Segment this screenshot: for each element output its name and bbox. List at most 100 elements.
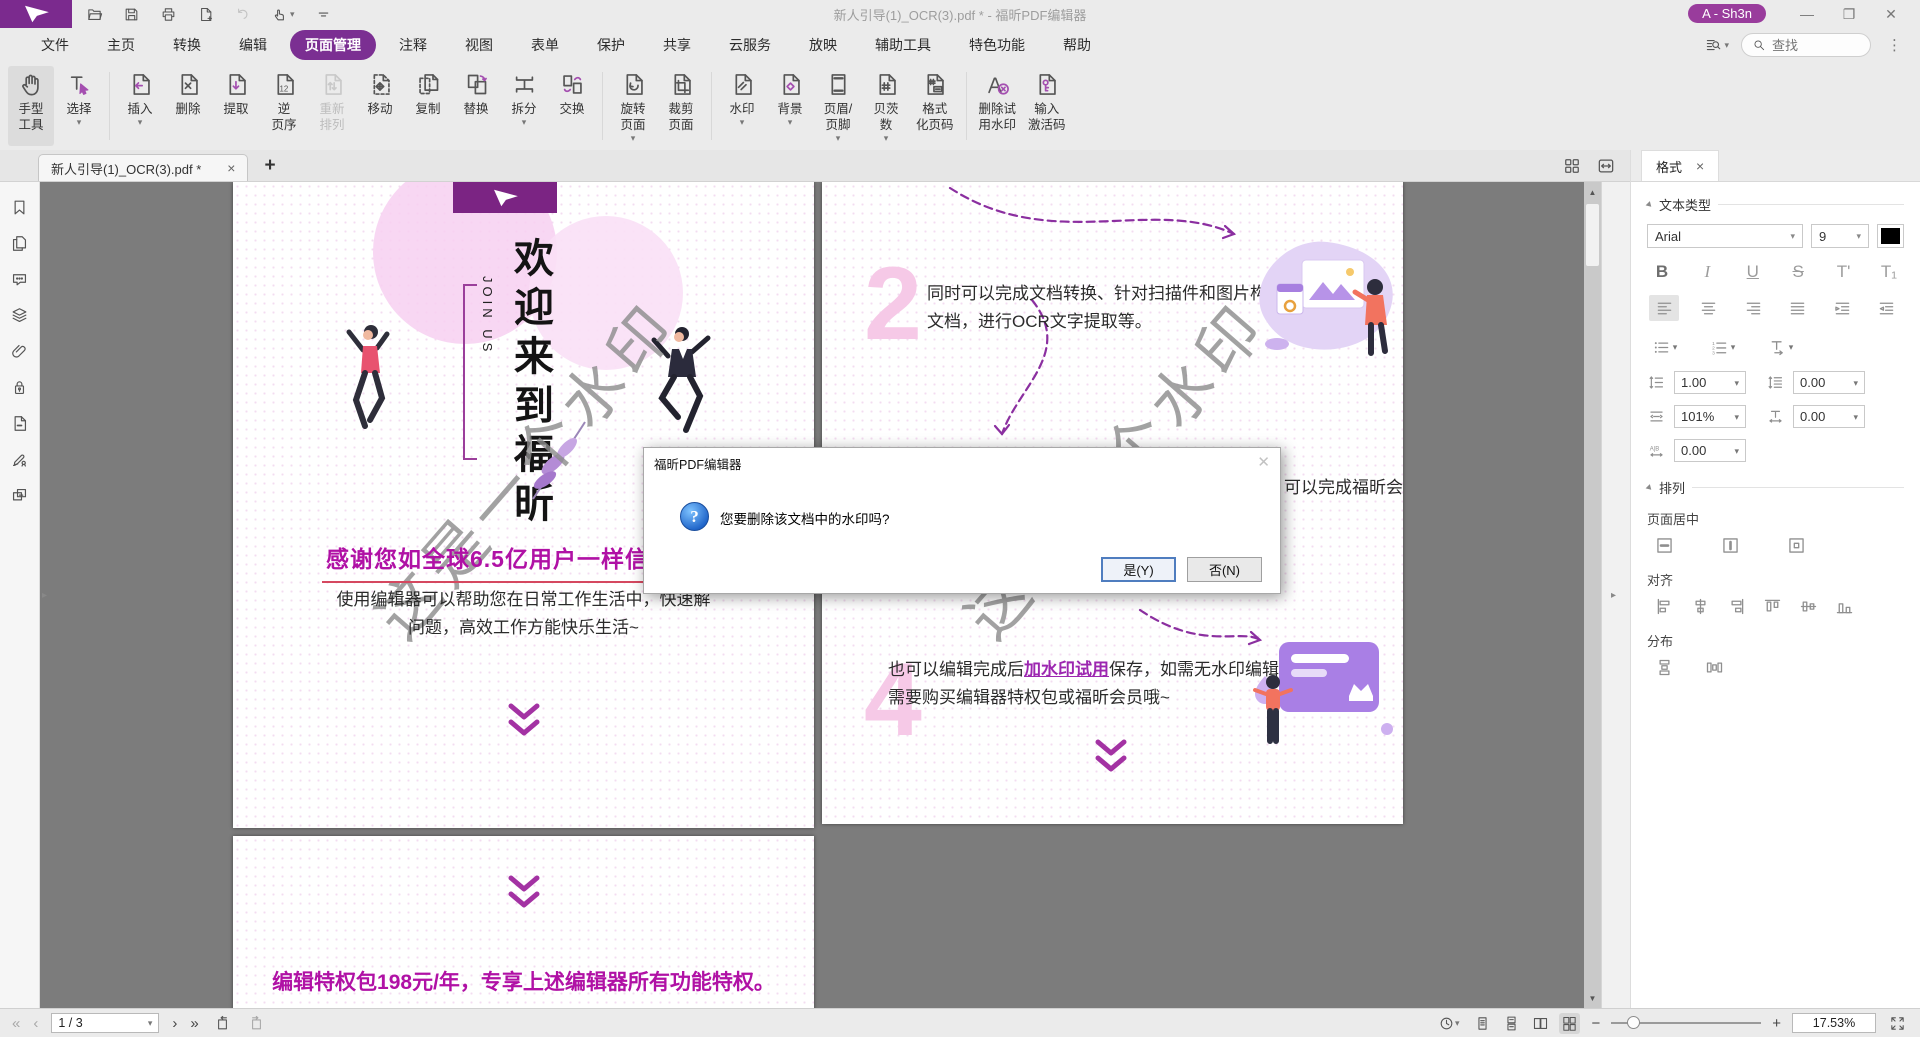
last-page-button[interactable]: » [190,1016,198,1031]
restore-button[interactable]: ❐ [1828,0,1870,28]
distribute-vertical-button[interactable] [1649,654,1679,680]
minimize-button[interactable]: — [1786,0,1828,28]
delete-pages-button[interactable]: 删除 [165,66,211,146]
zoom-out-button[interactable]: − [1591,1016,1600,1031]
strikethrough-button[interactable]: S [1785,262,1811,282]
enter-activation-code-button[interactable]: 输入 激活码 [1023,66,1071,146]
app-logo-icon[interactable] [0,0,72,28]
yes-button[interactable]: 是(Y) [1101,557,1176,582]
text-type-section-header[interactable]: 文本类型 [1647,195,1904,214]
new-page-button[interactable] [197,6,214,23]
text-direction-button[interactable]: ▾ [1765,334,1795,360]
sidebar-attachments-button[interactable] [10,342,29,361]
zoom-value-box[interactable]: 17.53% [1792,1013,1876,1033]
first-page-button[interactable]: « [12,1016,20,1031]
rearrange-pages-button[interactable]: 重新 排列 [309,66,355,146]
menu-home[interactable]: 主页 [92,30,150,60]
menu-comment[interactable]: 注释 [384,30,442,60]
more-options-icon[interactable]: ⋮ [1883,36,1906,54]
line-spacing-input[interactable]: 1.00▾ [1674,371,1746,394]
zoom-in-button[interactable]: + [1772,1016,1781,1031]
watermark-button[interactable]: 水印▾ [719,66,765,146]
sidebar-signatures-button[interactable] [10,450,29,469]
center-horizontal-button[interactable] [1715,532,1745,558]
obj-align-vcenter-button[interactable] [1685,593,1715,619]
indent-more-button[interactable] [1827,295,1857,321]
menu-view[interactable]: 视图 [450,30,508,60]
split-document-button[interactable]: 拆分▾ [501,66,547,146]
facing-page-button[interactable] [1530,1013,1551,1034]
sidebar-linked-files-button[interactable] [10,486,29,505]
align-justify-button[interactable] [1783,295,1813,321]
close-tab-icon[interactable]: × [227,160,235,176]
single-page-button[interactable] [1472,1013,1493,1034]
menu-share[interactable]: 共享 [648,30,706,60]
italic-button[interactable]: I [1694,262,1720,282]
sidebar-security-button[interactable] [10,378,29,397]
scroll-down-icon[interactable]: ▼ [1584,990,1601,1006]
char-spacing-input[interactable]: 0.00▾ [1793,405,1865,428]
indent-less-button[interactable] [1872,295,1902,321]
close-format-panel-icon[interactable]: × [1696,158,1704,174]
panel-toggle-icon[interactable] [1596,156,1616,176]
bates-numbering-button[interactable]: 贝茨 数▾ [863,66,909,146]
menu-form[interactable]: 表单 [516,30,574,60]
menu-help[interactable]: 帮助 [1048,30,1106,60]
arrange-section-header[interactable]: 排列 [1647,478,1904,497]
continuous-facing-button[interactable] [1559,1013,1580,1034]
menu-file[interactable]: 文件 [26,30,84,60]
open-folder-button[interactable] [86,6,103,23]
search-input[interactable] [1772,38,1858,53]
duplicate-pages-button[interactable]: 复制 [405,66,451,146]
left-panel-expand-handle[interactable]: ▸ [42,590,47,601]
obj-align-bottom-button[interactable] [1829,593,1859,619]
align-left-button[interactable] [1649,295,1679,321]
obj-align-top-button[interactable] [1757,593,1787,619]
obj-align-right-button[interactable] [1721,593,1751,619]
background-button[interactable]: 背景▾ [767,66,813,146]
watermark-trial-link[interactable]: 加水印试用 [1024,660,1109,679]
new-tab-button[interactable]: + [264,155,275,177]
replace-pages-button[interactable]: 替换 [453,66,499,146]
account-badge[interactable]: A - Sh3n [1688,4,1766,23]
format-page-numbers-button[interactable]: 格式 化页码 [911,66,959,146]
print-button[interactable] [160,6,177,23]
superscript-button[interactable]: T' [1831,262,1857,282]
document-canvas[interactable]: ▸ JOIN US 欢迎来到福昕 [40,182,1601,1008]
continuous-page-button[interactable] [1501,1013,1522,1034]
distribute-horizontal-button[interactable] [1699,654,1729,680]
next-page-button[interactable]: › [172,1016,177,1031]
rotate-pages-button[interactable]: 旋转 页面▾ [610,66,656,146]
font-size-select[interactable]: 9▾ [1811,224,1869,248]
dialog-close-icon[interactable]: ✕ [1257,453,1270,471]
previous-page-button[interactable]: ‹ [33,1016,38,1031]
font-family-select[interactable]: Arial▾ [1647,224,1803,248]
menu-page-management[interactable]: 页面管理 [290,30,376,60]
center-both-button[interactable] [1781,532,1811,558]
swap-pages-button[interactable]: 交换 [549,66,595,146]
zoom-slider[interactable] [1611,1014,1761,1032]
header-footer-button[interactable]: 页眉/ 页脚▾ [815,66,861,146]
grid-view-icon[interactable] [1562,156,1582,176]
crop-pages-button[interactable]: 裁剪 页面 [658,66,704,146]
right-panel-collapse-handle[interactable]: ▸ [1611,590,1616,601]
page-number-box[interactable]: 1 / 3▾ [51,1013,159,1033]
menu-cloud-service[interactable]: 云服务 [714,30,786,60]
bullet-list-button[interactable]: ▾ [1649,334,1679,360]
previous-view-button[interactable] [212,1013,233,1034]
align-center-button[interactable] [1694,295,1724,321]
hand-pointer-button[interactable]: ▾ [271,6,295,23]
document-tab[interactable]: 新人引导(1)_OCR(3).pdf * × [38,154,248,181]
reverse-page-order-button[interactable]: 12逆 页序 [261,66,307,146]
next-view-button[interactable] [246,1013,267,1034]
menu-accessibility-tools[interactable]: 辅助工具 [860,30,946,60]
save-button[interactable] [123,6,140,23]
bold-button[interactable]: B [1649,262,1675,282]
menu-edit[interactable]: 编辑 [224,30,282,60]
menu-convert[interactable]: 转换 [158,30,216,60]
scroll-up-icon[interactable]: ▲ [1584,184,1601,200]
sidebar-destinations-button[interactable] [10,414,29,433]
move-pages-button[interactable]: 移动 [357,66,403,146]
font-color-swatch[interactable] [1877,224,1904,248]
no-button[interactable]: 否(N) [1187,557,1262,582]
